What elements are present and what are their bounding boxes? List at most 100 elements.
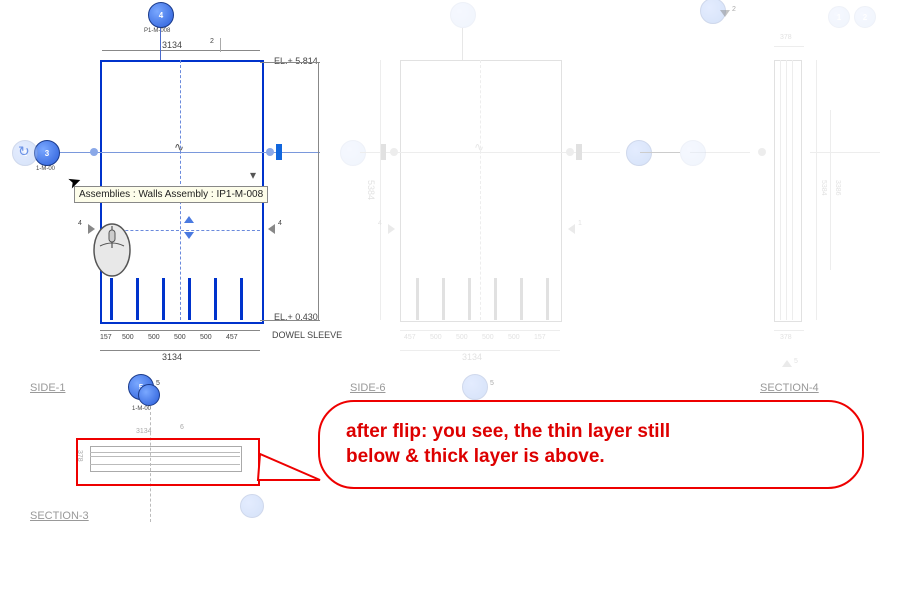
- section-callout-3b[interactable]: [138, 384, 160, 406]
- dowel-label: DOWEL SLEEVE: [272, 330, 342, 340]
- tooltip: Assemblies : Walls Assembly : IP1-M-008: [74, 186, 268, 203]
- tooltip-text: Assemblies : Walls Assembly : IP1-M-008: [79, 189, 263, 200]
- dowel-sleeve: [240, 278, 243, 320]
- dim-thickness: 378: [780, 34, 792, 41]
- dim-thickness: 378: [780, 334, 792, 341]
- section-callout-faded: 2: [854, 6, 876, 28]
- section-callout-faded: [626, 140, 652, 166]
- section-callout-4[interactable]: 4: [148, 2, 174, 28]
- section-callout-1[interactable]: 1: [12, 140, 38, 166]
- marker-num: 5: [794, 358, 798, 365]
- grid-dot: [90, 148, 98, 156]
- dim-line: [400, 330, 560, 331]
- section-line-v: [480, 60, 481, 320]
- marker-top: 2: [210, 38, 214, 45]
- marker-num: 1: [578, 220, 582, 227]
- triangle-marker: [388, 224, 395, 234]
- dowel-sleeve: [214, 278, 217, 320]
- section-callout-faded: [450, 2, 476, 28]
- flip-arrow-up: [184, 216, 194, 223]
- dim-line: [102, 50, 260, 51]
- triangle-marker: [782, 360, 792, 367]
- title-section-3: SECTION-3: [30, 510, 89, 522]
- section-callout-faded: [680, 140, 706, 166]
- annotation-line1: after flip: you see, the thin layer stil…: [346, 420, 836, 445]
- view-side-1[interactable]: 3134 2 4 P1-M-008 3 ↻ 1-M-00 ∿ 4 4: [50, 20, 330, 380]
- layer-line: [786, 60, 787, 320]
- panel-outline: [400, 60, 562, 322]
- dim-line: [816, 60, 817, 320]
- dim-height: 5384: [366, 180, 376, 200]
- annotation-bubble: after flip: you see, the thin layer stil…: [318, 400, 864, 489]
- grid-dot: [266, 148, 274, 156]
- title-section-4: SECTION-4: [760, 382, 819, 394]
- dim-spacing: 157: [100, 334, 112, 341]
- marker-line: [220, 38, 221, 52]
- mouse-icon: [90, 220, 134, 280]
- title-side-1: SIDE-1: [30, 382, 65, 394]
- dim-spacing: 500: [430, 334, 442, 341]
- triangle-marker: [720, 10, 730, 17]
- marker-num: 6: [180, 424, 184, 431]
- marker-num: 5: [156, 380, 160, 387]
- annotation-line2: below & thick layer is above.: [346, 445, 836, 470]
- dim-line: [260, 62, 320, 63]
- dim-line: [400, 350, 560, 351]
- marker-num: 5: [490, 380, 494, 387]
- dim-spacing: 500: [174, 334, 186, 341]
- grid-dot: [390, 148, 398, 156]
- dim-spacing: 157: [534, 334, 546, 341]
- callout-number: 3: [45, 149, 49, 158]
- dim-line: [100, 350, 260, 351]
- view-section-4[interactable]: 378 5384 3386 378 5 1 2: [680, 20, 890, 380]
- dowel-sleeve: [416, 278, 419, 320]
- dim-spacing: 457: [226, 334, 238, 341]
- layer-line: [780, 60, 781, 320]
- dowel-sleeve: [162, 278, 165, 320]
- cut-marker: [576, 144, 582, 160]
- dowel-sleeve: [136, 278, 139, 320]
- dim-width-top: 3134: [162, 40, 182, 50]
- dim-spacing: 500: [148, 334, 160, 341]
- dim-height-inner: 3386: [834, 180, 841, 196]
- dowel-sleeve: [110, 278, 113, 320]
- view-side-6[interactable]: ∿ 5384 4 1 457 500 500 500 500 157 3134: [350, 20, 630, 380]
- dim-spacing: 500: [200, 334, 212, 341]
- grid-dot: [758, 148, 766, 156]
- callout-number: 1: [23, 149, 27, 158]
- dim-spacing: 500: [482, 334, 494, 341]
- dowel-sleeve: [546, 278, 549, 320]
- dim-width-bottom: 3134: [462, 352, 482, 362]
- grid-dot: [566, 148, 574, 156]
- dim-line: [774, 330, 804, 331]
- section-outline: [774, 60, 802, 322]
- triangle-marker: [268, 224, 275, 234]
- callout-number: 4: [159, 11, 163, 20]
- dim-spacing: 500: [456, 334, 468, 341]
- flip-arrow-down: [184, 232, 194, 239]
- section-callout-faded: [340, 140, 366, 166]
- dowel-sleeve: [468, 278, 471, 320]
- callout-line: [462, 28, 463, 60]
- dim-line: [830, 110, 831, 270]
- dim-height: 5384: [820, 180, 827, 196]
- dowel-sleeve: [442, 278, 445, 320]
- marker-num: 2: [732, 6, 736, 13]
- dim-spacing: 457: [404, 334, 416, 341]
- dowel-sleeve: [188, 278, 191, 320]
- dim-line: [100, 330, 260, 331]
- dim-width-bottom: 3134: [162, 352, 182, 362]
- marker-num: 4: [378, 220, 382, 227]
- callout-sheet: P1-M-008: [144, 28, 170, 34]
- dowel-sleeve: [494, 278, 497, 320]
- callout-line: [160, 28, 161, 60]
- dim-line: [260, 320, 320, 321]
- callout-number: 2: [863, 13, 867, 22]
- section-callout-faded: [462, 374, 488, 400]
- cut-marker: [276, 144, 282, 160]
- drawing-canvas: 3134 2 4 P1-M-008 3 ↻ 1-M-00 ∿ 4 4: [0, 0, 911, 592]
- level-marker-icon: ▾: [250, 168, 256, 182]
- callout-sheet: 1-M-00: [132, 406, 151, 412]
- section-callout-faded: 1: [828, 6, 850, 28]
- dim-line: [774, 46, 804, 47]
